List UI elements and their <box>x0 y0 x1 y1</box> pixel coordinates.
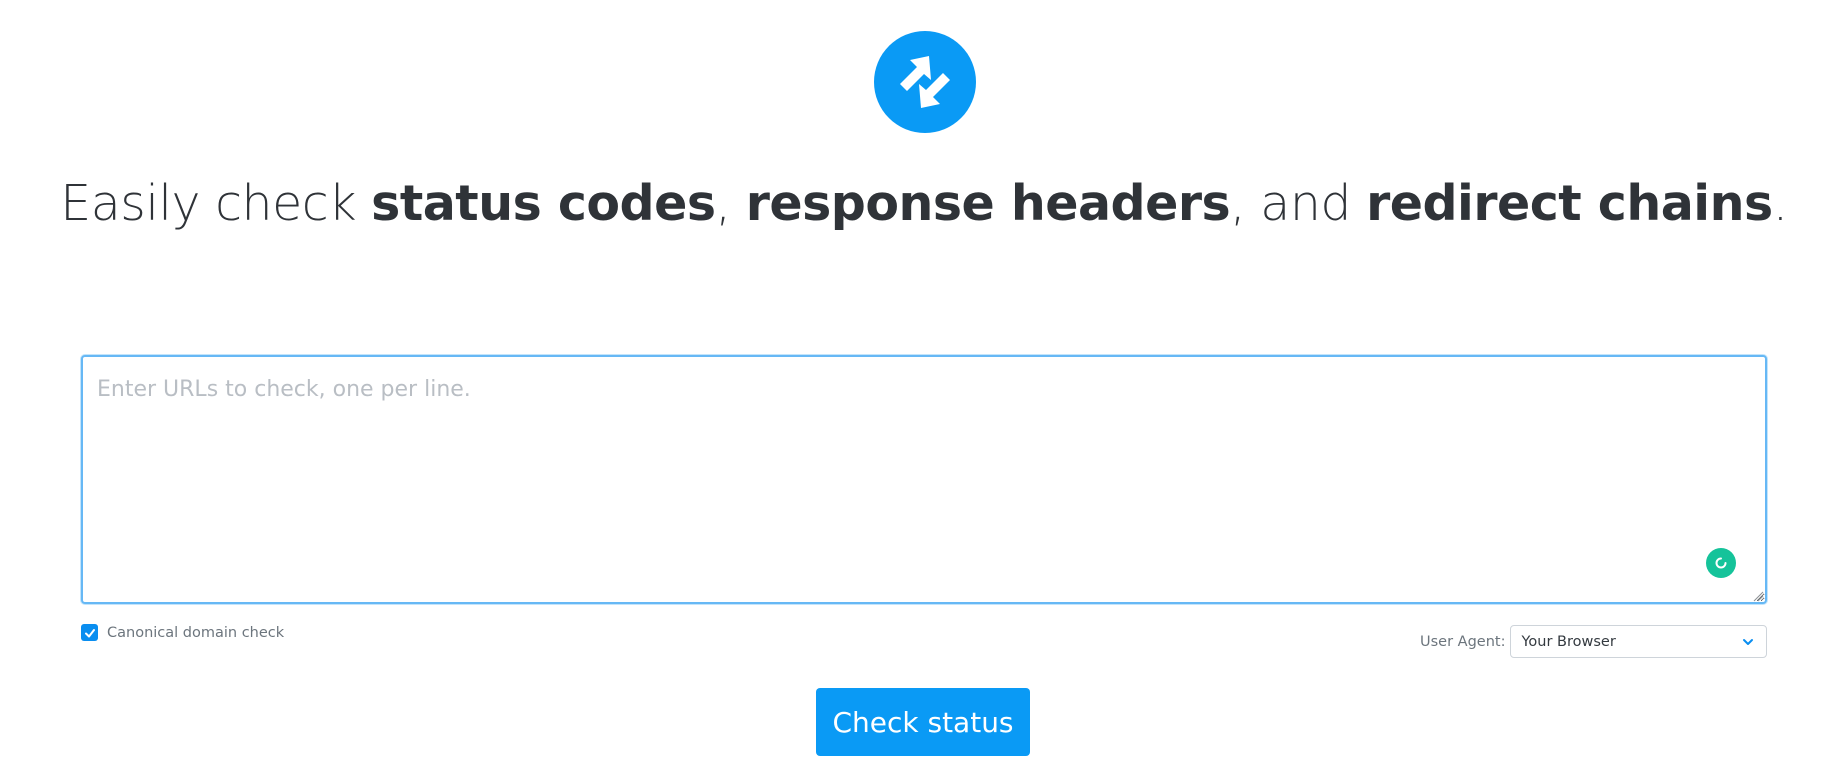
grammarly-icon <box>1715 557 1727 569</box>
logo <box>874 31 976 133</box>
user-agent-value: Your Browser <box>1521 633 1616 650</box>
headline-bold-redirect-chains: redirect chains <box>1366 175 1773 232</box>
headline-text-1: Easily check <box>60 175 372 232</box>
user-agent-label: User Agent: <box>1420 633 1506 650</box>
headline-text-2: , <box>715 175 746 232</box>
checkmark-icon <box>84 628 95 637</box>
resize-handle-icon[interactable] <box>1752 590 1764 602</box>
canonical-domain-label: Canonical domain check <box>107 624 285 641</box>
url-input[interactable] <box>81 355 1767 604</box>
page: Easily check status codes, response head… <box>0 0 1848 761</box>
headline-text-4: . <box>1772 175 1789 232</box>
grammarly-button[interactable] <box>1706 548 1736 578</box>
user-agent-group: User Agent: Your Browser <box>1420 624 1767 659</box>
headline-bold-status-codes: status codes <box>371 175 716 232</box>
canonical-domain-checkbox[interactable] <box>81 624 98 641</box>
user-agent-select[interactable]: Your Browser <box>1510 625 1767 658</box>
check-status-button[interactable]: Check status <box>816 688 1030 756</box>
canonical-domain-check[interactable]: Canonical domain check <box>81 624 284 641</box>
page-headline: Easily check status codes, response head… <box>0 170 1848 238</box>
redirect-arrows-icon <box>900 56 950 108</box>
chevron-down-icon <box>1743 639 1753 645</box>
headline-text-3: , and <box>1230 175 1367 232</box>
headline-bold-response-headers: response headers <box>745 175 1231 232</box>
